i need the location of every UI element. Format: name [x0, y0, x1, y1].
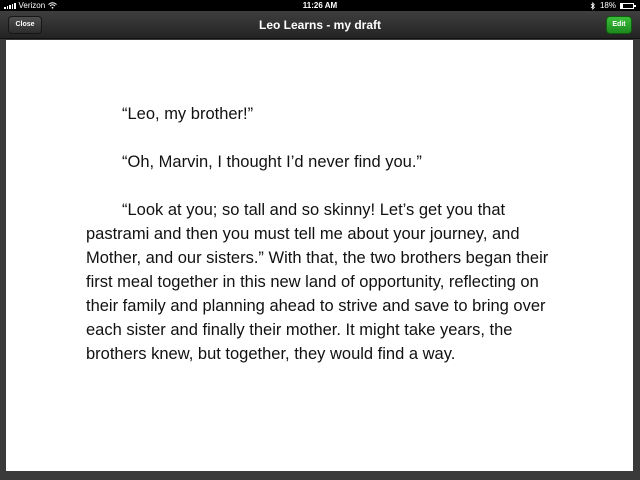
draft-page: “Leo, my brother!” “Oh, Marvin, I though…: [6, 40, 633, 471]
bluetooth-icon: [590, 1, 595, 10]
battery-icon: [620, 2, 636, 9]
status-right: 18%: [590, 0, 636, 11]
status-time: 11:26 AM: [302, 1, 338, 10]
edit-button[interactable]: Edit: [606, 16, 632, 34]
story-paragraph: “Leo, my brother!”: [122, 105, 254, 123]
story-text: “Leo, my brother!” “Oh, Marvin, I though…: [86, 102, 556, 366]
status-bar: Verizon 11:26 AM 18%: [0, 0, 640, 11]
navigation-bar: Close Leo Learns - my draft Edit: [0, 11, 640, 39]
story-paragraph: “Oh, Marvin, I thought I’d never find yo…: [122, 153, 422, 171]
story-paragraph: “Look at you; so tall and so skinny! Let…: [86, 201, 549, 363]
page-title: Leo Learns - my draft: [258, 18, 382, 32]
battery-percent: 18%: [599, 1, 616, 10]
